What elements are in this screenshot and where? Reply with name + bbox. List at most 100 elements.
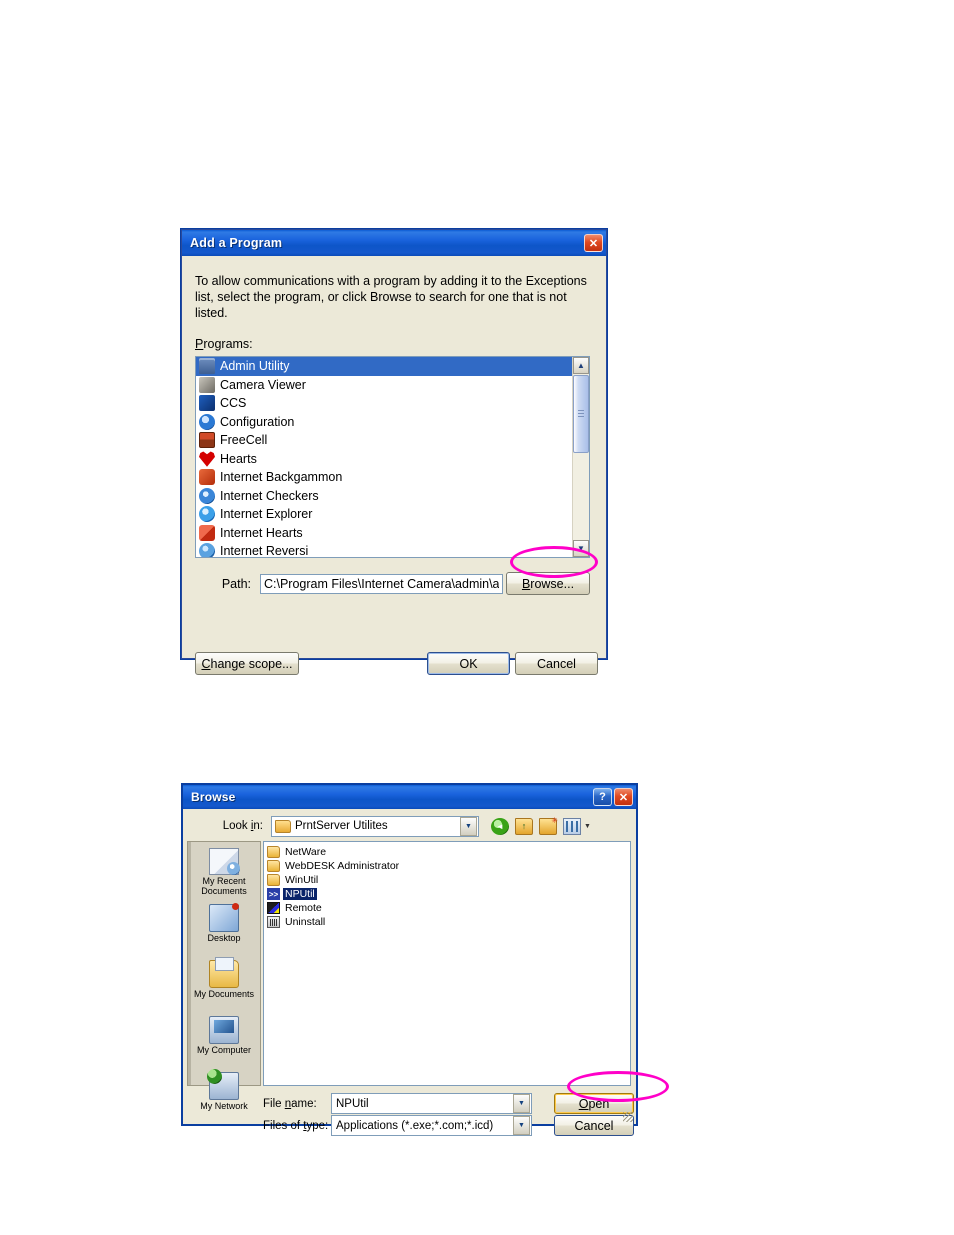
file-name-label: NetWare: [285, 846, 327, 858]
add-program-title: Add a Program: [190, 236, 283, 250]
chevron-down-icon[interactable]: ▼: [584, 823, 591, 830]
chevron-down-icon[interactable]: ▼: [513, 1116, 530, 1135]
ok-button[interactable]: OK: [427, 652, 510, 675]
file-list-item[interactable]: WinUtil: [267, 873, 630, 887]
files-of-type-combo[interactable]: Applications (*.exe;*.com;*.icd) ▼: [331, 1115, 532, 1136]
file-name-field-label: File name:: [263, 1097, 317, 1110]
list-item[interactable]: Internet Checkers: [196, 487, 572, 506]
list-item-label: Hearts: [220, 451, 257, 466]
place-my-recent-documents[interactable]: My Recent Documents: [188, 848, 260, 896]
resize-grip-icon[interactable]: [623, 1112, 633, 1122]
cancel-button[interactable]: Cancel: [554, 1115, 634, 1136]
list-item-label: Internet Explorer: [220, 507, 313, 522]
scrollbar-thumb[interactable]: [573, 375, 589, 453]
browse-titlebar[interactable]: Browse ? ✕: [183, 785, 636, 809]
close-icon[interactable]: ✕: [584, 234, 603, 252]
list-item-label: FreeCell: [220, 433, 268, 448]
browse-title: Browse: [191, 790, 236, 804]
internet-reversi-icon: [199, 543, 215, 557]
file-list-item[interactable]: >> NPUtil: [267, 887, 630, 901]
views-icon[interactable]: [563, 817, 581, 835]
open-button[interactable]: Open: [554, 1093, 634, 1114]
configuration-icon: [199, 413, 215, 430]
list-item[interactable]: CCS: [196, 394, 572, 413]
list-item[interactable]: Hearts: [196, 450, 572, 469]
list-item[interactable]: Internet Reversi: [196, 542, 572, 557]
add-program-titlebar[interactable]: Add a Program ✕: [182, 230, 606, 256]
place-my-documents[interactable]: My Documents: [188, 957, 260, 1008]
path-input[interactable]: [260, 574, 503, 594]
add-program-description: To allow communications with a program b…: [195, 274, 587, 320]
browse-dialog: Browse ? ✕ Look in: PrntServer Utilites …: [181, 783, 638, 1136]
list-item-label: Internet Reversi: [220, 544, 309, 557]
list-item-label: Camera Viewer: [220, 377, 306, 392]
back-icon[interactable]: [491, 817, 509, 835]
internet-hearts-icon: [199, 524, 215, 541]
place-desktop[interactable]: Desktop: [188, 903, 260, 952]
look-in-label: Look in:: [222, 820, 263, 832]
file-name-combo[interactable]: NPUtil ▼: [331, 1093, 532, 1114]
file-list-item[interactable]: Remote: [267, 901, 630, 915]
list-item[interactable]: Internet Backgammon: [196, 468, 572, 487]
file-name-label: WinUtil: [285, 874, 319, 886]
list-item-label: CCS: [220, 396, 247, 411]
recent-documents-icon: [209, 848, 240, 875]
help-icon[interactable]: ?: [593, 788, 612, 806]
path-label: Path:: [221, 577, 251, 591]
list-item[interactable]: Internet Hearts: [196, 524, 572, 543]
programs-list: Admin Utility Camera Viewer CCS Configur…: [196, 357, 572, 557]
add-a-program-dialog: Add a Program ✕ To allow communications …: [181, 229, 607, 675]
scroll-down-icon[interactable]: ▼: [573, 540, 589, 557]
place-label: My Computer: [196, 1045, 251, 1055]
place-label: My Recent Documents: [201, 876, 247, 896]
up-one-level-icon[interactable]: [515, 817, 533, 835]
look-in-value: PrntServer Utilites: [295, 820, 388, 832]
my-computer-icon: [209, 1016, 239, 1044]
desktop-icon: [209, 903, 239, 932]
list-item[interactable]: FreeCell: [196, 431, 572, 450]
new-folder-icon[interactable]: [539, 816, 558, 835]
list-item[interactable]: Configuration: [196, 413, 572, 432]
file-list-item[interactable]: WebDESK Administrator: [267, 859, 630, 873]
internet-backgammon-icon: [199, 469, 215, 486]
change-scope-button[interactable]: Change scope...: [195, 652, 299, 675]
add-program-window-controls: ✕: [584, 234, 603, 252]
list-item-label: Configuration: [220, 414, 295, 429]
folder-icon: [267, 860, 280, 872]
place-my-computer[interactable]: My Computer: [188, 1016, 260, 1064]
look-in-combo[interactable]: PrntServer Utilites ▼: [271, 815, 479, 837]
list-item-label: Internet Backgammon: [220, 470, 343, 485]
files-of-type-value: Applications (*.exe;*.com;*.icd): [336, 1119, 494, 1132]
file-list-item[interactable]: Uninstall: [267, 915, 630, 929]
file-name-label: Uninstall: [285, 916, 326, 928]
folder-icon: [267, 846, 280, 858]
file-list[interactable]: NetWare WebDESK Administrator WinUtil >>…: [263, 841, 631, 1086]
list-item[interactable]: Admin Utility: [196, 357, 572, 376]
folder-icon: [275, 819, 291, 833]
scroll-up-icon[interactable]: ▲: [573, 357, 589, 374]
internet-explorer-icon: [199, 506, 215, 523]
programs-scrollbar[interactable]: ▲ ▼: [572, 357, 589, 557]
browse-window-controls: ? ✕: [593, 788, 633, 806]
chevron-down-icon[interactable]: ▼: [513, 1094, 530, 1113]
programs-label: Programs:: [195, 337, 253, 351]
places-bar: My Recent Documents Desktop My Documents…: [187, 841, 261, 1111]
browse-toolbar: ▼: [491, 816, 591, 835]
close-icon[interactable]: ✕: [614, 788, 633, 806]
chevron-down-icon[interactable]: ▼: [460, 816, 477, 836]
nputil-icon: >>: [267, 888, 280, 900]
file-list-item[interactable]: NetWare: [267, 845, 630, 859]
file-name-value: NPUtil: [336, 1097, 369, 1110]
freecell-icon: [199, 432, 215, 449]
list-item-label: Internet Checkers: [220, 488, 319, 503]
internet-checkers-icon: [199, 487, 215, 504]
list-item-label: Admin Utility: [220, 359, 290, 374]
browse-button[interactable]: Browse...: [506, 572, 590, 595]
hearts-icon: [199, 451, 215, 467]
camera-viewer-icon: [199, 376, 215, 393]
programs-listbox[interactable]: Admin Utility Camera Viewer CCS Configur…: [195, 356, 590, 558]
list-item[interactable]: Camera Viewer: [196, 376, 572, 395]
cancel-button[interactable]: Cancel: [515, 652, 598, 675]
list-item-label: Internet Hearts: [220, 525, 303, 540]
list-item[interactable]: Internet Explorer: [196, 505, 572, 524]
